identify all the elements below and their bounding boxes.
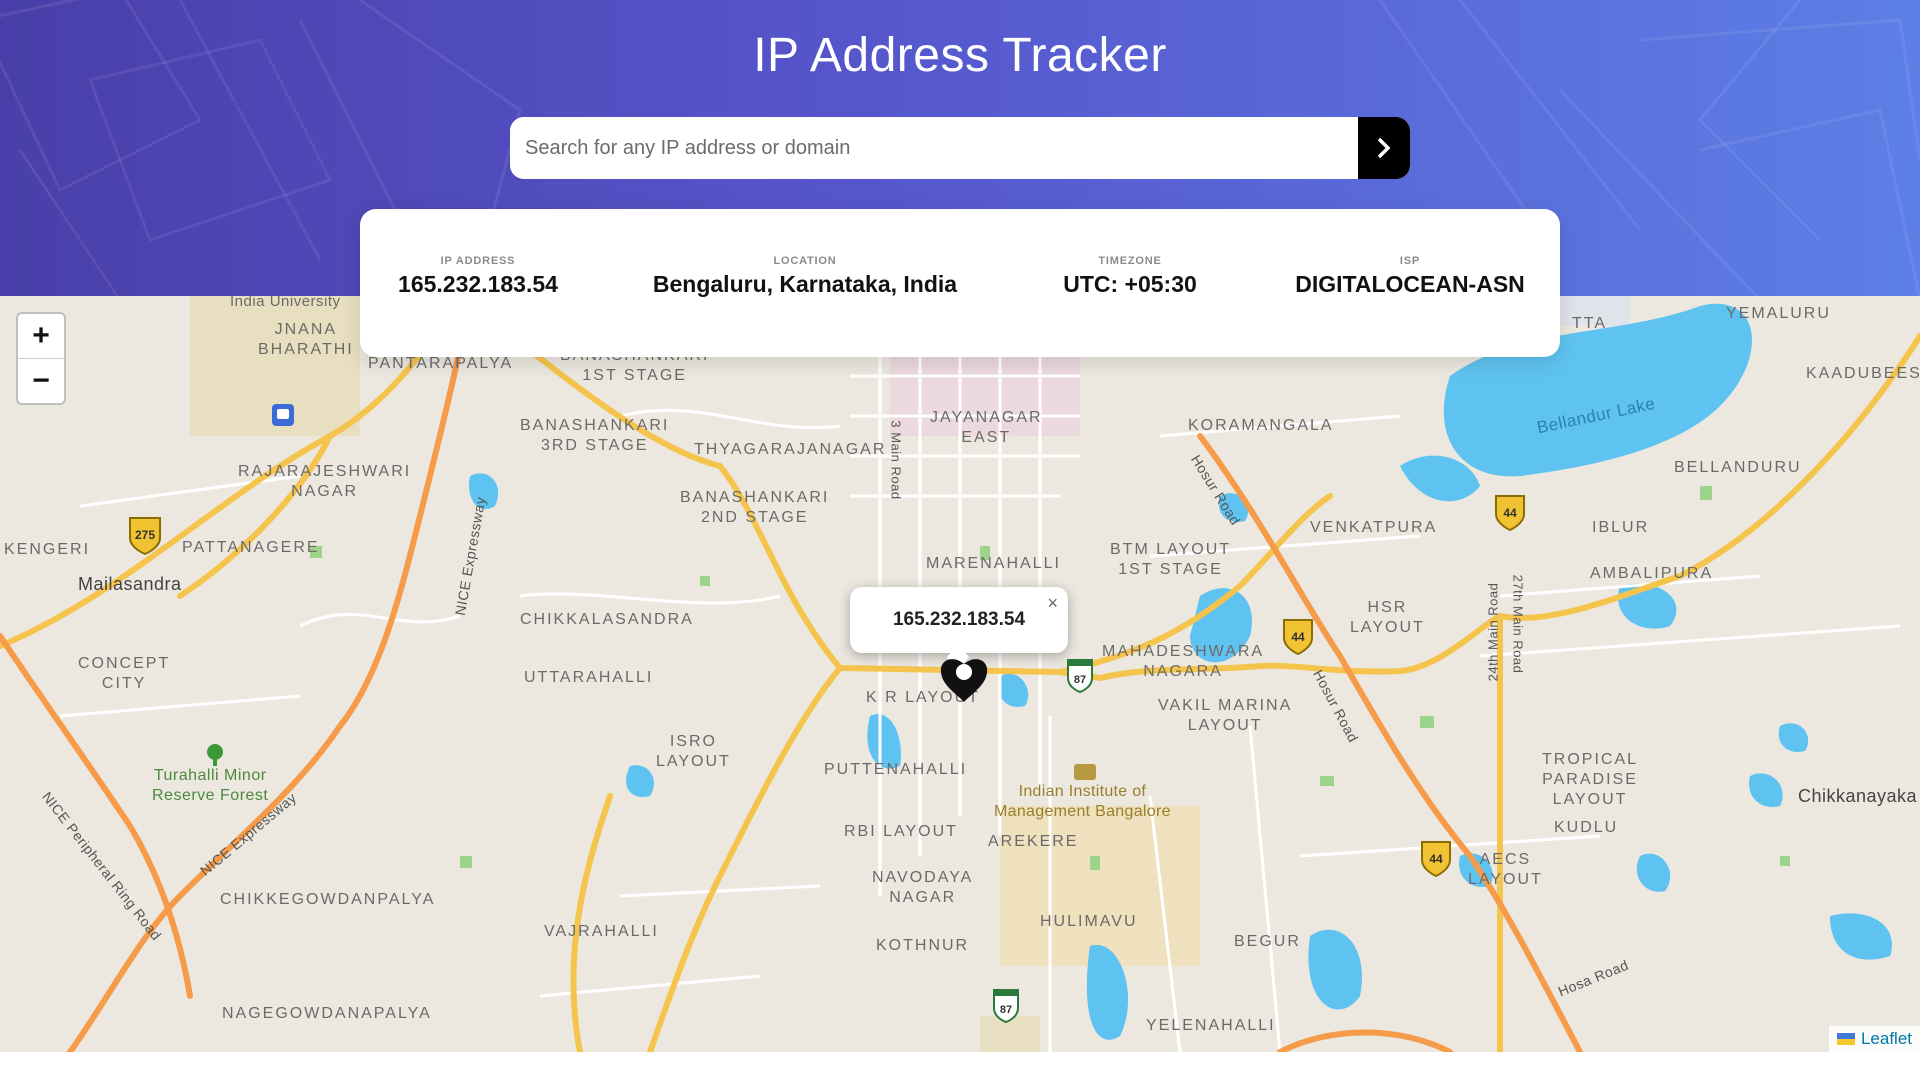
map-label: YELENAHALLI xyxy=(1146,1017,1276,1034)
zoom-in-button[interactable]: + xyxy=(18,314,64,358)
map-label: MARENAHALLI xyxy=(926,555,1061,572)
isp-block: ISP DIGITALOCEAN-ASN xyxy=(1280,255,1540,298)
ip-address-block: IP ADDRESS 165.232.183.54 xyxy=(360,255,596,298)
map-label: THYAGARAJANAGAR xyxy=(694,441,887,458)
ip-address-label: IP ADDRESS xyxy=(440,255,516,267)
map-label: NAVODAYA NAGAR xyxy=(872,869,974,906)
search-submit-button[interactable] xyxy=(1358,117,1410,179)
map-label: UTTARAHALLI xyxy=(524,669,654,686)
zoom-out-button[interactable]: − xyxy=(18,358,64,403)
map-label: AMBALIPURA xyxy=(1590,565,1714,582)
map-label: KAADUBEES xyxy=(1806,365,1920,382)
map-label: KORAMANGALA xyxy=(1188,417,1334,434)
search-input[interactable] xyxy=(510,117,1358,179)
location-label: LOCATION xyxy=(773,255,837,267)
timezone-block: TIMEZONE UTC: +05:30 xyxy=(1040,255,1220,298)
chevron-right-icon xyxy=(1377,137,1391,159)
map-label: PUTTENAHALLI xyxy=(824,761,968,778)
ip-address-value: 165.232.183.54 xyxy=(398,271,558,297)
map-label: RAJARAJESHWARI NAGAR xyxy=(238,463,412,500)
location-pin-icon[interactable] xyxy=(937,652,991,704)
map-label: AREKERE xyxy=(988,833,1079,850)
map-label: KOTHNUR xyxy=(876,937,970,954)
map-label: VENKATPURA xyxy=(1310,519,1438,536)
map-label: BELLANDURU xyxy=(1674,459,1802,476)
isp-label: ISP xyxy=(1399,255,1421,267)
map-label: AECS LAYOUT xyxy=(1468,851,1543,888)
search-bar xyxy=(510,117,1410,179)
map-label: CONCEPT CITY xyxy=(78,655,171,692)
timezone-value: UTC: +05:30 xyxy=(1063,271,1197,297)
map-label: CHIKKALASANDRA xyxy=(520,611,694,628)
timezone-label: TIMEZONE xyxy=(1098,255,1162,267)
location-popup: 165.232.183.54 × xyxy=(850,587,1068,669)
map-label: HSR LAYOUT xyxy=(1350,599,1425,636)
map-label: BTM LAYOUT 1ST STAGE xyxy=(1110,541,1232,578)
map-label: RBI LAYOUT xyxy=(844,823,958,840)
map-label: ISRO LAYOUT xyxy=(656,733,731,770)
map-label: India University xyxy=(230,296,341,310)
map-label: Indian Institute of Management Bangalore xyxy=(994,783,1171,820)
page-title: IP Address Tracker xyxy=(753,29,1167,82)
ip-info-card: IP ADDRESS 165.232.183.54 LOCATION Benga… xyxy=(360,209,1560,357)
map-label: NAGEGOWDANAPALYA xyxy=(222,1005,432,1022)
map-label: VAJRAHALLI xyxy=(544,923,659,940)
location-block: LOCATION Bengaluru, Karnataka, India xyxy=(620,255,990,298)
location-value: Bengaluru, Karnataka, India xyxy=(652,271,958,297)
map-label: YEMALURU xyxy=(1726,305,1831,322)
map-label: TROPICAL PARADISE LAYOUT xyxy=(1542,751,1639,808)
map-label: VAKIL MARINA LAYOUT xyxy=(1158,697,1293,734)
map-label: TTA xyxy=(1572,315,1608,332)
ukraine-flag-icon xyxy=(1836,1033,1855,1045)
map-label: 24th Main Road xyxy=(1485,582,1501,682)
map-label: 27th Main Road xyxy=(1510,574,1526,674)
map-label: KENGERI xyxy=(4,541,91,558)
map-label: Mailasandra xyxy=(78,574,182,594)
map-label: HULIMAVU xyxy=(1040,913,1138,930)
map-label: KUDLU xyxy=(1554,819,1619,836)
popup-text: 165.232.183.54 xyxy=(892,609,1026,630)
zoom-control: + − xyxy=(16,312,66,405)
tree-icon xyxy=(207,744,223,766)
map-label: BANASHANKARI 2ND STAGE xyxy=(680,489,830,526)
map-attribution[interactable]: Leaflet xyxy=(1828,1026,1920,1052)
popup-close-button[interactable]: × xyxy=(1047,593,1058,614)
map-label: 3 Main Road xyxy=(888,420,904,500)
map-label: PATTANAGERE xyxy=(182,539,320,556)
map-label: Turahalli Minor Reserve Forest xyxy=(152,767,269,804)
map-label: MAHADESHWARA NAGARA xyxy=(1102,643,1265,680)
map-label: IBLUR xyxy=(1592,519,1650,536)
map-label: BEGUR xyxy=(1234,933,1301,950)
map-label: JAYANAGAR EAST xyxy=(930,409,1043,446)
map-label: CHIKKEGOWDANPALYA xyxy=(220,891,436,908)
map-label: JNANA BHARATHI xyxy=(258,321,354,358)
map-label: PANTARAPALYA xyxy=(368,355,514,372)
map-label: BANASHANKARI 3RD STAGE xyxy=(520,417,670,454)
train-station-icon xyxy=(272,404,294,426)
school-icon xyxy=(1074,764,1096,780)
isp-value: DIGITALOCEAN-ASN xyxy=(1295,271,1525,297)
attribution-link[interactable]: Leaflet xyxy=(1861,1029,1912,1049)
map-label: Chikkanayaka xyxy=(1798,786,1918,806)
